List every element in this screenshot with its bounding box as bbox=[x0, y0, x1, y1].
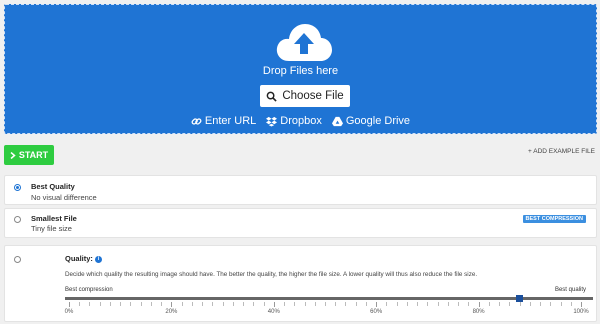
best-quality-radio[interactable] bbox=[14, 184, 21, 191]
option-best-quality[interactable]: Best Quality No visual difference bbox=[4, 175, 597, 205]
slider-tick bbox=[212, 302, 214, 306]
slider-tick bbox=[79, 302, 81, 306]
add-example-file-link[interactable]: + ADD EXAMPLE FILE bbox=[528, 148, 595, 155]
option-title: Smallest File bbox=[31, 214, 77, 223]
slider-tick bbox=[519, 302, 521, 306]
dropbox-icon bbox=[266, 116, 278, 127]
slider-tick bbox=[365, 302, 367, 306]
slider-tick bbox=[509, 302, 511, 306]
slider-tick bbox=[355, 302, 357, 306]
slider-tick-label: 40% bbox=[267, 309, 280, 315]
slider-tick bbox=[406, 302, 408, 306]
quality-slider-track[interactable] bbox=[65, 295, 593, 302]
slider-tick bbox=[304, 302, 306, 306]
slider-tick-label: 0% bbox=[64, 309, 74, 315]
slider-tick-label: 80% bbox=[472, 309, 485, 315]
slider-tick bbox=[447, 302, 449, 306]
slider-tick bbox=[560, 302, 562, 306]
chevron-right-icon bbox=[10, 151, 16, 159]
slider-tick bbox=[458, 302, 460, 306]
start-label: START bbox=[18, 150, 49, 160]
quality-title: Quality: bbox=[65, 254, 93, 263]
slider-right-label: Best quality bbox=[554, 287, 586, 293]
slider-tick bbox=[294, 302, 296, 306]
dropbox-link[interactable]: Dropbox bbox=[266, 115, 322, 127]
slider-tick bbox=[99, 302, 101, 306]
google-drive-label: Google Drive bbox=[345, 115, 411, 127]
slider-tick bbox=[468, 302, 470, 306]
smallest-file-radio[interactable] bbox=[14, 216, 21, 223]
slider-tick bbox=[529, 302, 531, 306]
slider-tick bbox=[263, 302, 265, 306]
slider-tick bbox=[581, 302, 582, 307]
choose-file-label: Choose File bbox=[282, 90, 344, 102]
choose-file-button[interactable]: Choose File bbox=[260, 85, 350, 107]
slider-tick bbox=[417, 302, 419, 306]
slider-tick bbox=[253, 302, 255, 306]
option-subtitle: No visual difference bbox=[31, 193, 97, 202]
dropbox-label: Dropbox bbox=[280, 115, 322, 127]
upload-sources: Enter URL Dropbox Google Drive bbox=[5, 115, 596, 127]
slider-tick bbox=[191, 302, 193, 306]
slider-tick bbox=[109, 302, 111, 306]
slider-tick bbox=[396, 302, 398, 306]
enter-url-label: Enter URL bbox=[204, 115, 257, 127]
slider-tick bbox=[540, 302, 542, 306]
slider-tick bbox=[499, 302, 501, 306]
slider-ticks bbox=[69, 302, 582, 307]
slider-tick bbox=[232, 302, 234, 306]
slider-tick bbox=[427, 302, 429, 306]
slider-tick bbox=[314, 302, 316, 306]
option-smallest-file[interactable]: Smallest File Tiny file size BEST COMPRE… bbox=[4, 208, 597, 238]
option-custom-quality[interactable]: Quality: i Decide which quality the resul… bbox=[4, 245, 597, 322]
quality-description: Decide which quality the resulting image… bbox=[65, 271, 478, 278]
google-drive-link[interactable]: Google Drive bbox=[331, 115, 411, 127]
slider-tick-label: 100% bbox=[573, 309, 589, 315]
slider-tick bbox=[150, 302, 152, 306]
slider-tick bbox=[335, 302, 337, 306]
quality-heading: Quality: i bbox=[65, 254, 102, 263]
slider-tick bbox=[243, 302, 245, 306]
option-subtitle: Tiny file size bbox=[31, 224, 72, 233]
slider-tick bbox=[570, 302, 572, 306]
slider-tick bbox=[222, 302, 224, 306]
slider-tick bbox=[89, 302, 91, 306]
slider-tick bbox=[140, 302, 142, 306]
slider-tick bbox=[325, 302, 326, 306]
slider-tick bbox=[171, 302, 173, 307]
slider-tick bbox=[181, 302, 183, 306]
slider-tick bbox=[345, 302, 347, 306]
slider-left-label: Best compression bbox=[65, 287, 113, 293]
quality-radio[interactable] bbox=[14, 256, 21, 263]
search-icon bbox=[266, 91, 277, 102]
slider-tick bbox=[284, 302, 286, 306]
option-title: Best Quality bbox=[31, 182, 75, 191]
google-drive-icon bbox=[331, 116, 343, 126]
slider-tick bbox=[478, 302, 480, 307]
slider-tick bbox=[161, 302, 163, 306]
slider-tick bbox=[437, 302, 439, 306]
cloud-upload-icon bbox=[276, 24, 332, 61]
best-compression-badge: BEST COMPRESSION bbox=[522, 215, 586, 223]
drop-files-text: Drop Files here bbox=[262, 65, 339, 77]
quality-slider-thumb[interactable] bbox=[515, 295, 523, 302]
slider-tick bbox=[69, 302, 70, 307]
slider-tick bbox=[273, 302, 275, 307]
start-button[interactable]: START bbox=[4, 145, 54, 165]
slider-tick-label: 20% bbox=[165, 309, 178, 315]
enter-url-link[interactable]: Enter URL bbox=[191, 115, 256, 127]
link-icon bbox=[191, 117, 202, 125]
slider-tick bbox=[550, 302, 552, 306]
slider-tick bbox=[120, 302, 122, 306]
slider-tick bbox=[130, 302, 132, 306]
slider-tick bbox=[376, 302, 378, 307]
info-icon[interactable]: i bbox=[94, 256, 102, 263]
slider-tick bbox=[488, 302, 490, 306]
upload-dropzone[interactable]: Drop Files here Choose File Enter URL Dr… bbox=[4, 4, 597, 134]
slider-tick bbox=[202, 302, 204, 306]
slider-tick bbox=[386, 302, 388, 306]
slider-tick-label: 60% bbox=[370, 309, 383, 315]
